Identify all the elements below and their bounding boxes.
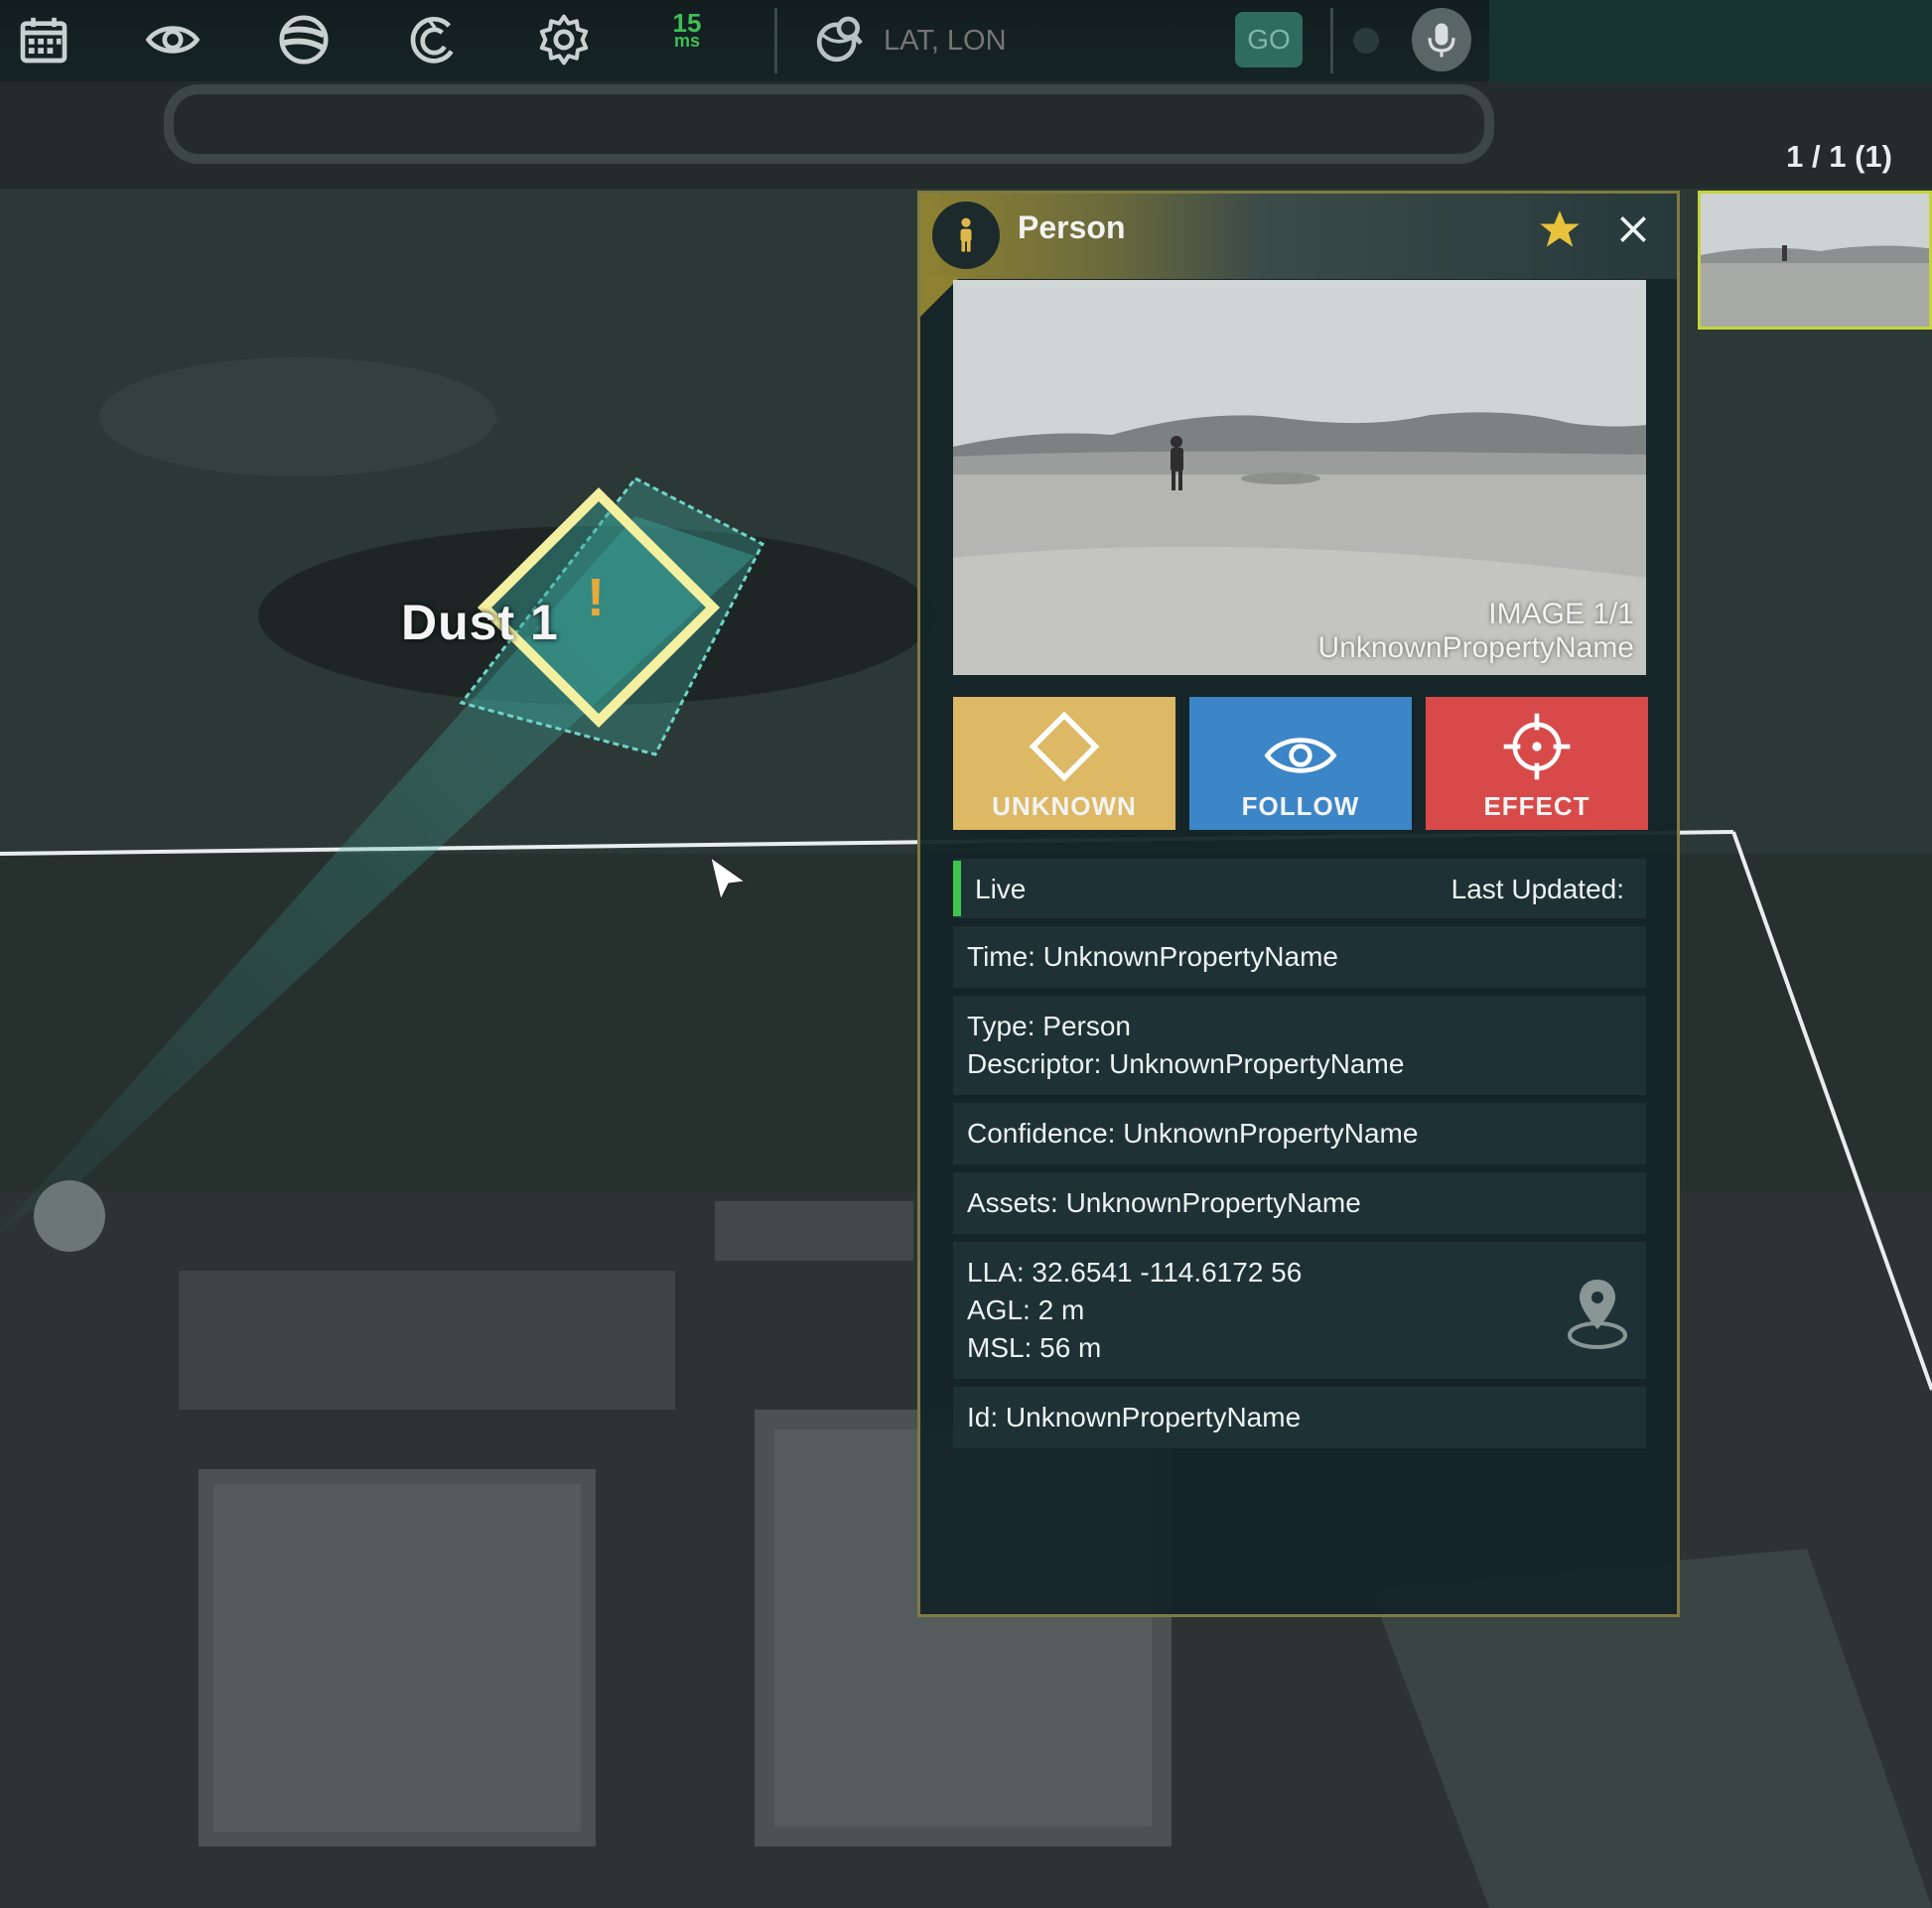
time-row: Time: UnknownPropertyName xyxy=(953,926,1646,988)
globe-icon[interactable] xyxy=(272,10,336,69)
live-status-row: Live Last Updated: xyxy=(953,859,1646,918)
status-dot xyxy=(1353,28,1379,54)
lla-value: LLA: 32.6541 -114.6172 56 xyxy=(967,1257,1303,1288)
live-indicator xyxy=(953,861,961,916)
follow-button[interactable]: FOLLOW xyxy=(1189,697,1412,830)
action-buttons: UNKNOWN FOLLOW EFFECT xyxy=(953,697,1648,830)
status-text: Live xyxy=(975,874,1027,904)
coordinate-input[interactable] xyxy=(882,18,1203,64)
favorite-star-icon[interactable] xyxy=(1530,200,1589,259)
effect-button[interactable]: EFFECT xyxy=(1426,697,1648,830)
microphone-icon[interactable] xyxy=(1412,8,1471,71)
confidence-value: Confidence: UnknownPropertyName xyxy=(967,1118,1419,1149)
toolbar-divider xyxy=(1330,8,1333,73)
latency-value: 15 xyxy=(672,8,702,38)
c-logo-icon[interactable] xyxy=(401,10,465,69)
latency-unit: ms xyxy=(673,31,700,51)
go-button[interactable]: GO xyxy=(1235,12,1303,68)
id-value: Id: UnknownPropertyName xyxy=(967,1402,1302,1432)
locate-globe-icon[interactable] xyxy=(806,10,872,69)
descriptor-value: Descriptor: UnknownPropertyName xyxy=(967,1048,1405,1079)
image-thumbnail[interactable] xyxy=(1698,191,1932,330)
unknown-button[interactable]: UNKNOWN xyxy=(953,697,1175,830)
crosshair-icon xyxy=(1503,713,1571,780)
eye-icon xyxy=(1264,738,1337,773)
follow-label: FOLLOW xyxy=(1241,791,1360,821)
track-label[interactable]: Dust 1 xyxy=(401,594,559,651)
result-counter: 1 / 1 (1) xyxy=(1786,139,1892,174)
assets-row: Assets: UnknownPropertyName xyxy=(953,1172,1646,1234)
toolbar-right-fill xyxy=(1489,0,1932,81)
location-row: LLA: 32.6541 -114.6172 56 AGL: 2 m MSL: … xyxy=(953,1242,1646,1379)
image-index-caption: IMAGE 1/1 xyxy=(1488,598,1634,630)
type-value: Type: Person xyxy=(967,1011,1131,1041)
gear-icon[interactable] xyxy=(532,10,596,69)
assets-value: Assets: UnknownPropertyName xyxy=(967,1187,1361,1218)
top-toolbar: 15 ms GO xyxy=(0,0,1932,81)
unknown-label: UNKNOWN xyxy=(992,791,1137,821)
latency-readout: 15 ms xyxy=(663,8,711,51)
mouse-cursor-icon xyxy=(710,856,747,901)
id-row: Id: UnknownPropertyName xyxy=(953,1387,1646,1448)
toolbar-divider xyxy=(774,8,777,73)
msl-value: MSL: 56 m xyxy=(967,1332,1102,1363)
image-source-caption: UnknownPropertyName xyxy=(1317,631,1634,664)
effect-label: EFFECT xyxy=(1483,791,1590,821)
eye-icon[interactable] xyxy=(141,10,205,69)
type-row: Type: Person Descriptor: UnknownProperty… xyxy=(953,996,1646,1095)
time-value: Time: UnknownPropertyName xyxy=(967,941,1338,972)
calendar-icon[interactable] xyxy=(12,10,75,69)
person-icon xyxy=(932,202,1000,269)
panel-title: Person xyxy=(1018,209,1126,245)
location-pin-icon[interactable] xyxy=(1563,1274,1632,1353)
entity-detail-panel: Person IMAGE 1/1 UnknownPropertyName UNK… xyxy=(917,191,1680,1617)
property-list: Live Last Updated: Time: UnknownProperty… xyxy=(953,859,1646,1456)
close-icon[interactable] xyxy=(1603,200,1663,259)
entity-image[interactable]: IMAGE 1/1 UnknownPropertyName xyxy=(953,280,1646,675)
confidence-row: Confidence: UnknownPropertyName xyxy=(953,1103,1646,1164)
svg-text:!: ! xyxy=(587,568,605,627)
agl-value: AGL: 2 m xyxy=(967,1295,1085,1325)
last-updated-label: Last Updated: xyxy=(1450,874,1624,904)
panel-header: Person xyxy=(920,194,1677,279)
diamond-icon xyxy=(1029,711,1100,782)
